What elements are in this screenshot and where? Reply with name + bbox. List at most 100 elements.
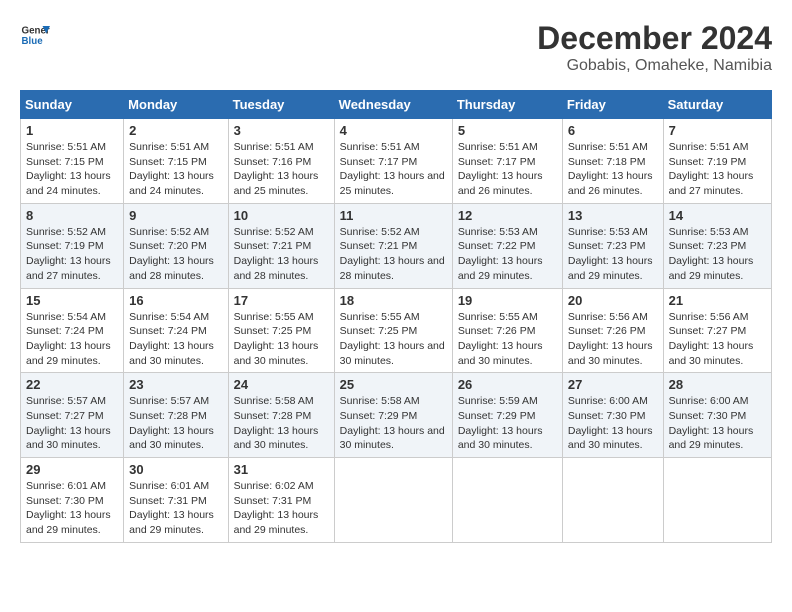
day-number: 21 (669, 293, 766, 308)
calendar-cell: 2 Sunrise: 5:51 AMSunset: 7:15 PMDayligh… (124, 119, 228, 204)
day-number: 31 (234, 462, 329, 477)
subtitle: Gobabis, Omaheke, Namibia (537, 57, 772, 75)
day-info: Sunrise: 5:59 AMSunset: 7:29 PMDaylight:… (458, 395, 543, 451)
day-info: Sunrise: 5:55 AMSunset: 7:25 PMDaylight:… (234, 311, 319, 367)
day-info: Sunrise: 6:00 AMSunset: 7:30 PMDaylight:… (669, 395, 754, 451)
calendar-cell: 20 Sunrise: 5:56 AMSunset: 7:26 PMDaylig… (562, 288, 663, 373)
day-info: Sunrise: 5:51 AMSunset: 7:15 PMDaylight:… (129, 141, 214, 197)
day-info: Sunrise: 5:53 AMSunset: 7:23 PMDaylight:… (568, 226, 653, 282)
day-number: 15 (26, 293, 118, 308)
day-info: Sunrise: 5:51 AMSunset: 7:18 PMDaylight:… (568, 141, 653, 197)
calendar-week-4: 22 Sunrise: 5:57 AMSunset: 7:27 PMDaylig… (21, 373, 772, 458)
day-info: Sunrise: 5:52 AMSunset: 7:21 PMDaylight:… (340, 226, 445, 282)
day-number: 27 (568, 377, 658, 392)
day-info: Sunrise: 5:57 AMSunset: 7:27 PMDaylight:… (26, 395, 111, 451)
calendar-cell: 16 Sunrise: 5:54 AMSunset: 7:24 PMDaylig… (124, 288, 228, 373)
day-info: Sunrise: 5:54 AMSunset: 7:24 PMDaylight:… (26, 311, 111, 367)
calendar-cell: 31 Sunrise: 6:02 AMSunset: 7:31 PMDaylig… (228, 458, 334, 543)
day-number: 12 (458, 208, 557, 223)
calendar-cell: 15 Sunrise: 5:54 AMSunset: 7:24 PMDaylig… (21, 288, 124, 373)
calendar-table: SundayMondayTuesdayWednesdayThursdayFrid… (20, 90, 772, 543)
day-number: 16 (129, 293, 222, 308)
calendar-cell: 17 Sunrise: 5:55 AMSunset: 7:25 PMDaylig… (228, 288, 334, 373)
calendar-week-5: 29 Sunrise: 6:01 AMSunset: 7:30 PMDaylig… (21, 458, 772, 543)
day-info: Sunrise: 5:56 AMSunset: 7:26 PMDaylight:… (568, 311, 653, 367)
calendar-cell: 12 Sunrise: 5:53 AMSunset: 7:22 PMDaylig… (452, 203, 562, 288)
day-number: 26 (458, 377, 557, 392)
calendar-cell: 30 Sunrise: 6:01 AMSunset: 7:31 PMDaylig… (124, 458, 228, 543)
calendar-cell (562, 458, 663, 543)
calendar-cell: 27 Sunrise: 6:00 AMSunset: 7:30 PMDaylig… (562, 373, 663, 458)
svg-text:Blue: Blue (22, 36, 44, 47)
day-number: 25 (340, 377, 447, 392)
day-info: Sunrise: 5:58 AMSunset: 7:29 PMDaylight:… (340, 395, 445, 451)
day-number: 9 (129, 208, 222, 223)
calendar-cell: 13 Sunrise: 5:53 AMSunset: 7:23 PMDaylig… (562, 203, 663, 288)
day-number: 30 (129, 462, 222, 477)
calendar-cell: 1 Sunrise: 5:51 AMSunset: 7:15 PMDayligh… (21, 119, 124, 204)
day-number: 18 (340, 293, 447, 308)
day-number: 11 (340, 208, 447, 223)
day-number: 13 (568, 208, 658, 223)
day-info: Sunrise: 5:53 AMSunset: 7:22 PMDaylight:… (458, 226, 543, 282)
calendar-header: SundayMondayTuesdayWednesdayThursdayFrid… (21, 91, 772, 119)
day-info: Sunrise: 5:54 AMSunset: 7:24 PMDaylight:… (129, 311, 214, 367)
day-number: 8 (26, 208, 118, 223)
day-info: Sunrise: 5:51 AMSunset: 7:16 PMDaylight:… (234, 141, 319, 197)
header-day-monday: Monday (124, 91, 228, 119)
day-info: Sunrise: 6:01 AMSunset: 7:31 PMDaylight:… (129, 480, 214, 536)
logo: General Blue (20, 20, 50, 50)
day-info: Sunrise: 5:56 AMSunset: 7:27 PMDaylight:… (669, 311, 754, 367)
title-area: December 2024 Gobabis, Omaheke, Namibia (537, 20, 772, 75)
calendar-cell: 8 Sunrise: 5:52 AMSunset: 7:19 PMDayligh… (21, 203, 124, 288)
calendar-cell: 4 Sunrise: 5:51 AMSunset: 7:17 PMDayligh… (334, 119, 452, 204)
calendar-cell: 3 Sunrise: 5:51 AMSunset: 7:16 PMDayligh… (228, 119, 334, 204)
day-info: Sunrise: 5:51 AMSunset: 7:17 PMDaylight:… (458, 141, 543, 197)
day-info: Sunrise: 5:51 AMSunset: 7:17 PMDaylight:… (340, 141, 445, 197)
day-info: Sunrise: 5:51 AMSunset: 7:15 PMDaylight:… (26, 141, 111, 197)
day-number: 20 (568, 293, 658, 308)
day-info: Sunrise: 5:57 AMSunset: 7:28 PMDaylight:… (129, 395, 214, 451)
calendar-week-1: 1 Sunrise: 5:51 AMSunset: 7:15 PMDayligh… (21, 119, 772, 204)
calendar-body: 1 Sunrise: 5:51 AMSunset: 7:15 PMDayligh… (21, 119, 772, 543)
header-day-sunday: Sunday (21, 91, 124, 119)
header-day-tuesday: Tuesday (228, 91, 334, 119)
day-info: Sunrise: 5:55 AMSunset: 7:26 PMDaylight:… (458, 311, 543, 367)
calendar-cell: 24 Sunrise: 5:58 AMSunset: 7:28 PMDaylig… (228, 373, 334, 458)
header: General Blue December 2024 Gobabis, Omah… (20, 20, 772, 75)
day-info: Sunrise: 5:51 AMSunset: 7:19 PMDaylight:… (669, 141, 754, 197)
calendar-cell: 23 Sunrise: 5:57 AMSunset: 7:28 PMDaylig… (124, 373, 228, 458)
day-number: 23 (129, 377, 222, 392)
calendar-cell: 5 Sunrise: 5:51 AMSunset: 7:17 PMDayligh… (452, 119, 562, 204)
day-info: Sunrise: 6:01 AMSunset: 7:30 PMDaylight:… (26, 480, 111, 536)
calendar-cell: 25 Sunrise: 5:58 AMSunset: 7:29 PMDaylig… (334, 373, 452, 458)
logo-icon: General Blue (20, 20, 50, 50)
day-number: 17 (234, 293, 329, 308)
calendar-cell: 7 Sunrise: 5:51 AMSunset: 7:19 PMDayligh… (663, 119, 771, 204)
calendar-cell: 19 Sunrise: 5:55 AMSunset: 7:26 PMDaylig… (452, 288, 562, 373)
calendar-cell: 11 Sunrise: 5:52 AMSunset: 7:21 PMDaylig… (334, 203, 452, 288)
day-number: 7 (669, 123, 766, 138)
calendar-week-3: 15 Sunrise: 5:54 AMSunset: 7:24 PMDaylig… (21, 288, 772, 373)
day-info: Sunrise: 5:52 AMSunset: 7:20 PMDaylight:… (129, 226, 214, 282)
day-info: Sunrise: 6:02 AMSunset: 7:31 PMDaylight:… (234, 480, 319, 536)
calendar-cell: 22 Sunrise: 5:57 AMSunset: 7:27 PMDaylig… (21, 373, 124, 458)
calendar-cell: 10 Sunrise: 5:52 AMSunset: 7:21 PMDaylig… (228, 203, 334, 288)
day-number: 5 (458, 123, 557, 138)
calendar-week-2: 8 Sunrise: 5:52 AMSunset: 7:19 PMDayligh… (21, 203, 772, 288)
day-info: Sunrise: 5:58 AMSunset: 7:28 PMDaylight:… (234, 395, 319, 451)
calendar-cell (452, 458, 562, 543)
calendar-cell: 18 Sunrise: 5:55 AMSunset: 7:25 PMDaylig… (334, 288, 452, 373)
calendar-cell: 14 Sunrise: 5:53 AMSunset: 7:23 PMDaylig… (663, 203, 771, 288)
day-number: 6 (568, 123, 658, 138)
calendar-cell: 29 Sunrise: 6:01 AMSunset: 7:30 PMDaylig… (21, 458, 124, 543)
day-number: 4 (340, 123, 447, 138)
day-info: Sunrise: 5:52 AMSunset: 7:19 PMDaylight:… (26, 226, 111, 282)
day-info: Sunrise: 5:55 AMSunset: 7:25 PMDaylight:… (340, 311, 445, 367)
day-info: Sunrise: 5:53 AMSunset: 7:23 PMDaylight:… (669, 226, 754, 282)
day-number: 29 (26, 462, 118, 477)
calendar-cell (663, 458, 771, 543)
day-number: 24 (234, 377, 329, 392)
header-day-thursday: Thursday (452, 91, 562, 119)
day-number: 3 (234, 123, 329, 138)
